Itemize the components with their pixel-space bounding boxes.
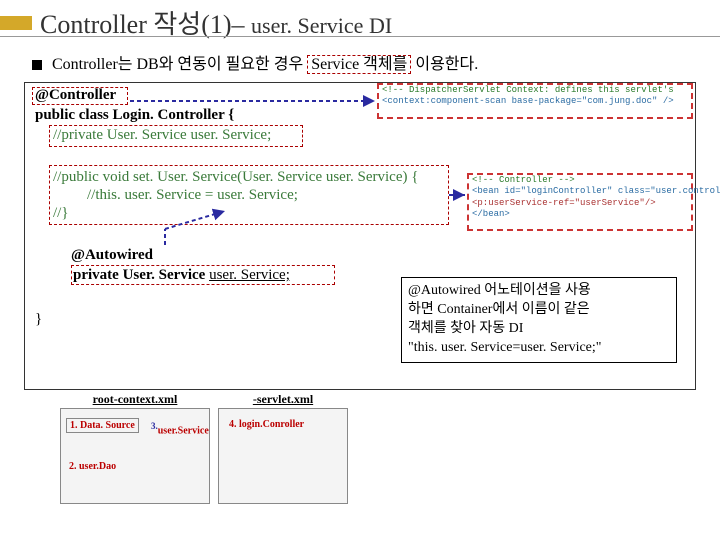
bullet-suffix: 이용한다. xyxy=(415,56,478,73)
snippet-2-b: <bean id="loginController" class="user.c… xyxy=(469,186,691,197)
item-datasource: 1. Data. Source xyxy=(66,418,139,433)
item-logincontroller: 4. login.Conroller xyxy=(226,418,307,431)
servlet-label: -servlet.xml xyxy=(218,392,348,407)
snippet-2-d: </bean> xyxy=(469,209,691,220)
snippet-2: <!-- Controller --> <bean id="loginContr… xyxy=(467,173,693,231)
code-l8: private User. Service user. Service; xyxy=(73,267,290,284)
code-l9: } xyxy=(35,311,42,328)
code-l7: @Autowired xyxy=(71,247,153,264)
snippet-1-a: <!-- DispatcherServlet Context: defines … xyxy=(379,85,691,96)
note-l3: 객체를 찾아 자동 DI xyxy=(408,320,670,339)
code-l6: //} xyxy=(53,205,69,222)
code-l4: //public void set. User. Service(User. S… xyxy=(53,169,418,186)
item-userdao: 2. user.Dao xyxy=(66,460,119,473)
accent-bar xyxy=(0,16,32,30)
code-l3: //private User. Service user. Service; xyxy=(53,127,271,144)
root-context-label: root-context.xml xyxy=(60,392,210,407)
note-l1: @Autowired 어노테이션을 사용 xyxy=(408,282,670,301)
snippet-1: <!-- DispatcherServlet Context: defines … xyxy=(377,83,693,119)
bullet-boxed: Service 객체를 xyxy=(307,55,411,74)
code-l1: @Controller xyxy=(35,87,116,104)
bullet-icon xyxy=(32,60,42,70)
bullet-prefix: Controller는 DB와 연동이 필요한 경우 xyxy=(52,56,303,73)
bullet-row: Controller는 DB와 연동이 필요한 경우 Service 객체를 이… xyxy=(32,50,478,74)
code-l5: //this. user. Service = user. Service; xyxy=(87,187,298,204)
title-main: Controller 작성(1)– xyxy=(40,10,245,39)
code-box: @Controller public class Login. Controll… xyxy=(24,82,696,390)
snippet-2-c: <p:userService-ref="userService"/> xyxy=(469,198,691,209)
title-sub: user. Service DI xyxy=(251,13,392,38)
note-box: @Autowired 어노테이션을 사용 하면 Container에서 이름이 … xyxy=(401,277,677,363)
snippet-1-b: <context:component-scan base-package="co… xyxy=(379,96,691,107)
snippet-2-a: <!-- Controller --> xyxy=(469,175,691,186)
note-l2: 하면 Container에서 이름이 같은 xyxy=(408,301,670,320)
title-underline xyxy=(0,36,720,37)
note-l4: "this. user. Service=user. Service;" xyxy=(408,339,670,358)
code-l2: public class Login. Controller { xyxy=(35,107,234,124)
item-userservice: 3.user.Service xyxy=(148,420,212,437)
